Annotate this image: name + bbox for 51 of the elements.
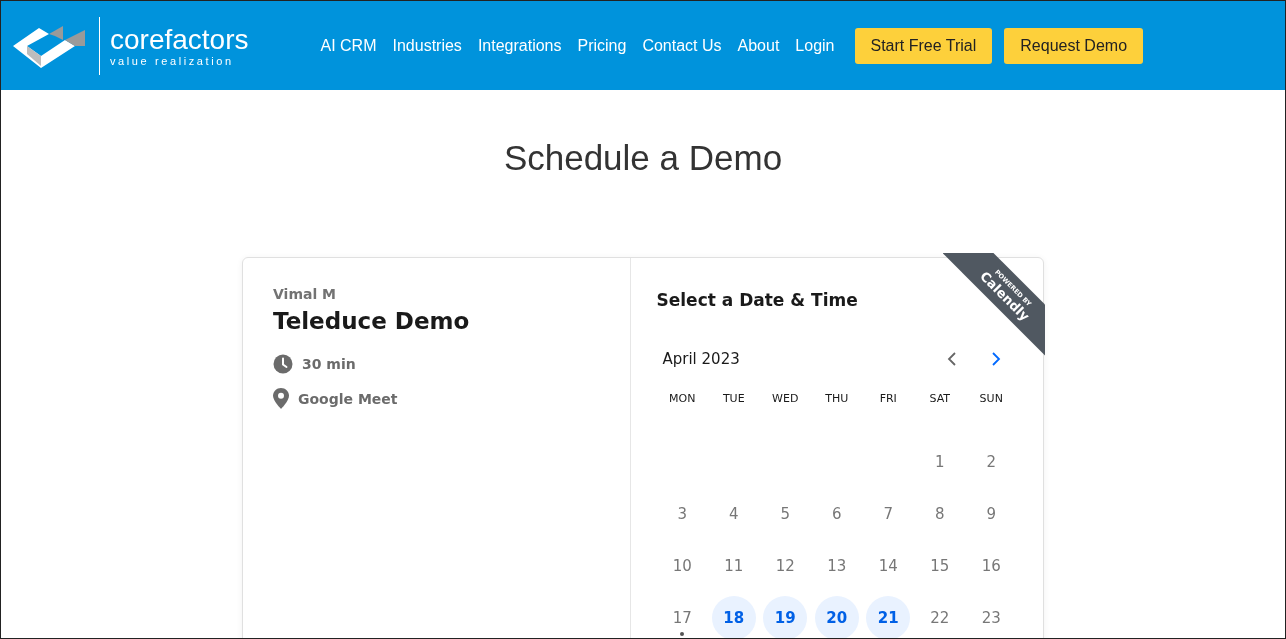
date-number: 2 <box>985 452 997 473</box>
available-date[interactable]: 18 <box>711 596 756 638</box>
available-date[interactable]: 19 <box>763 596 808 638</box>
date-number: 16 <box>980 556 1002 577</box>
cta-button[interactable]: Start Free Trial <box>854 27 993 64</box>
clock-icon <box>273 354 293 374</box>
logo-tagline: value realization <box>110 54 235 67</box>
event-detail: 30 min <box>302 356 356 372</box>
chevron-left-icon <box>947 352 957 366</box>
date-number: 14 <box>877 556 899 577</box>
weekday-label: FRI <box>878 391 898 407</box>
date-number: 6 <box>830 504 843 525</box>
page-title: Schedule a Demo <box>502 138 784 179</box>
available-date[interactable]: 20 <box>814 596 859 638</box>
weekday-label: SUN <box>978 391 1004 407</box>
cta-button[interactable]: Request Demo <box>1004 27 1144 64</box>
date-number: 1 <box>933 452 946 473</box>
weekday-label: THU <box>824 391 850 407</box>
date-number: 8 <box>933 504 946 525</box>
date-number: 5 <box>779 504 791 525</box>
nav-link[interactable]: About <box>737 36 780 55</box>
date-number: 22 <box>929 608 951 629</box>
nav-link[interactable]: Pricing <box>577 36 627 55</box>
chevron-right-icon <box>991 352 1001 366</box>
weekday-label: TUE <box>721 391 746 407</box>
weekday-label: SAT <box>928 391 952 407</box>
location-pin-icon <box>273 388 289 409</box>
event-name: Teleduce Demo <box>273 308 471 334</box>
logo-wordmark: corefactors <box>110 24 249 55</box>
nav-link[interactable]: Integrations <box>477 36 562 55</box>
date-number: 11 <box>723 556 745 577</box>
date-number: 15 <box>929 556 951 577</box>
weekday-label: WED <box>771 391 800 407</box>
month-label: April 2023 <box>662 350 740 368</box>
nav-link[interactable]: Login <box>795 36 835 55</box>
date-number: 3 <box>676 504 688 525</box>
date-number: 12 <box>774 556 796 577</box>
date-number: 10 <box>671 556 693 577</box>
date-number: 7 <box>882 504 894 525</box>
weekday-label: MON <box>668 391 697 407</box>
date-number: 13 <box>826 556 848 577</box>
host-name: Vimal M <box>273 286 338 302</box>
date-number: 9 <box>985 504 997 525</box>
nav-link[interactable]: AI CRM <box>320 36 377 55</box>
date-number: 23 <box>980 608 1002 629</box>
date-number: 4 <box>727 504 740 525</box>
date-number: 17 <box>671 608 693 629</box>
available-date[interactable]: 21 <box>866 596 911 638</box>
nav-link[interactable]: Contact Us <box>642 36 722 55</box>
nav-link[interactable]: Industries <box>392 36 462 55</box>
event-detail: Google Meet <box>298 390 398 407</box>
